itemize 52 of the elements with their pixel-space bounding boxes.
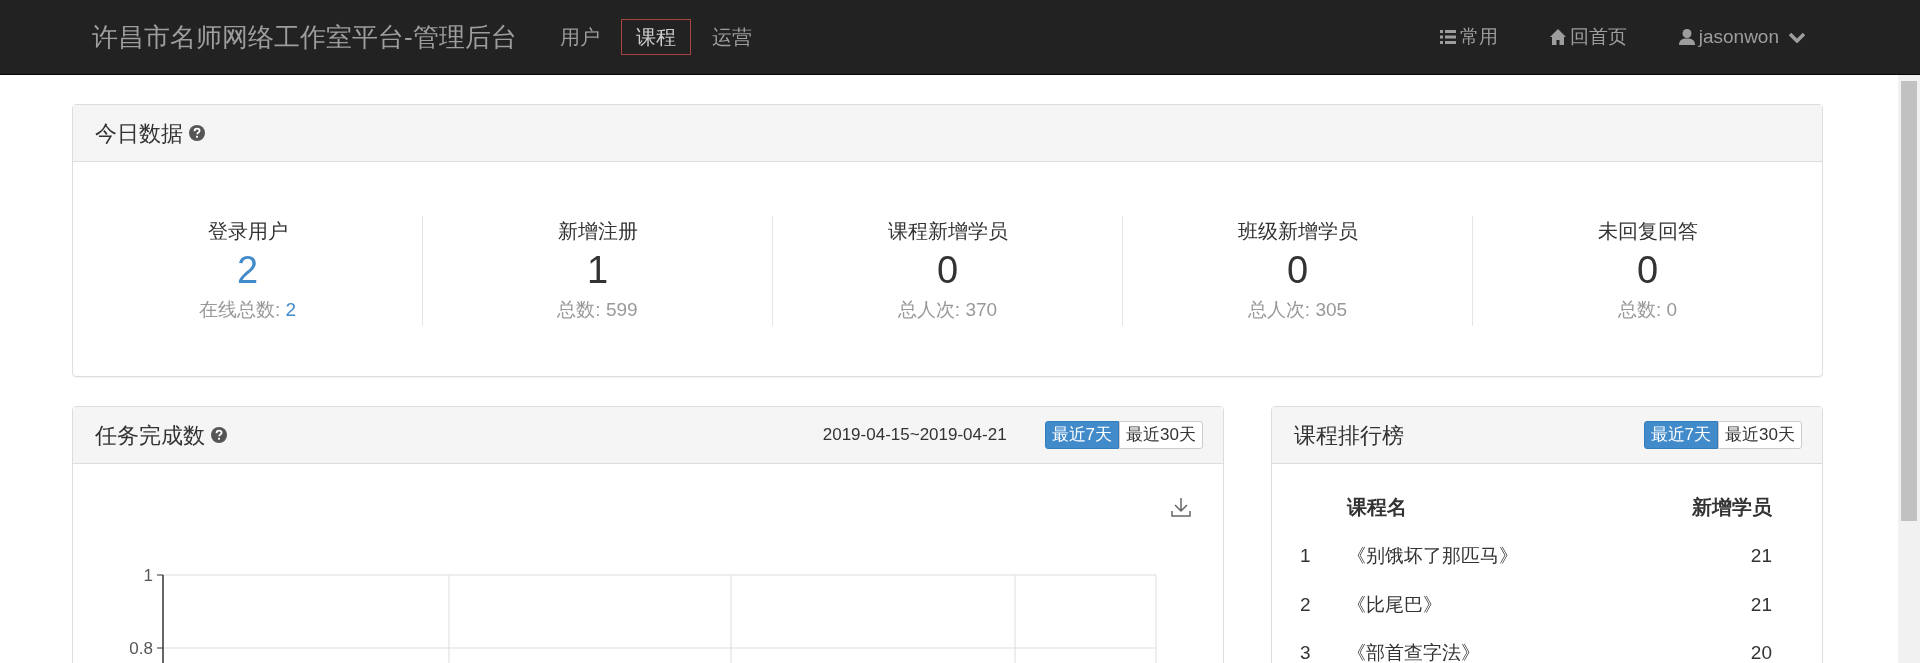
stat-value: 1 [585, 248, 610, 293]
stat-label: 课程新增学员 [886, 219, 1009, 244]
stat-total: 总人次: 370 [896, 298, 999, 322]
stat-total: 在线总数: 2 [197, 298, 298, 322]
range-button[interactable]: 最近7天 [1643, 421, 1719, 449]
y-tick-label: 0.8 [129, 639, 153, 658]
column-header: 课程名 [1345, 495, 1408, 520]
range-button[interactable]: 最近7天 [1044, 421, 1120, 449]
user-menu[interactable]: jasonwon [1678, 22, 1805, 52]
date-range: 2019-04-15~2019-04-21 [822, 424, 1007, 447]
chevron-down-icon [1789, 31, 1805, 43]
y-tick-label: 1 [143, 566, 153, 585]
range-button[interactable]: 最近30天 [1718, 421, 1802, 449]
nav-tab[interactable]: 课程 [620, 19, 691, 55]
stat-value: 0 [1635, 248, 1660, 293]
rank-number: 1 [1299, 544, 1312, 568]
course-name: 《部首查字法》 [1345, 641, 1481, 663]
rank-number: 2 [1299, 592, 1312, 617]
stat-label: 班级新增学员 [1236, 219, 1359, 244]
student-count: 21 [1749, 592, 1773, 617]
student-count: 21 [1749, 544, 1773, 568]
panel-title: 今日数据 [95, 119, 183, 148]
stat-total: 总数: 599 [556, 298, 639, 322]
stat-value: 0 [935, 248, 960, 293]
download-icon[interactable] [1171, 497, 1191, 517]
home-icon [1549, 29, 1566, 45]
stat-value: 0 [1285, 248, 1310, 293]
nav-link[interactable]: 常用 [1439, 22, 1498, 52]
stat-label: 未回复回答 [1596, 219, 1699, 244]
scrollbar-thumb[interactable] [1901, 81, 1917, 521]
stat-total: 总数: 0 [1616, 298, 1679, 322]
nav-tab[interactable]: 运营 [696, 19, 767, 55]
help-icon [189, 125, 205, 141]
nav-tab[interactable]: 用户 [544, 19, 615, 55]
stat-label: 登录用户 [206, 219, 289, 244]
panel-title: 任务完成数 [95, 421, 205, 450]
rank-number: 3 [1299, 641, 1312, 663]
stat-label: 新增注册 [556, 219, 639, 244]
range-button[interactable]: 最近30天 [1119, 421, 1203, 449]
scrollbar[interactable] [1898, 75, 1920, 663]
brand-title: 许昌市名师网络工作室平台-管理后台 [92, 20, 517, 54]
panel-title: 课程排行榜 [1294, 421, 1404, 450]
help-icon [211, 427, 227, 443]
list-icon [1439, 29, 1456, 45]
nav-link[interactable]: 回首页 [1549, 22, 1627, 52]
stat-total: 总人次: 305 [1246, 298, 1349, 322]
course-name: 《别饿坏了那匹马》 [1345, 544, 1519, 568]
user-icon [1678, 29, 1695, 45]
student-count: 20 [1749, 641, 1773, 663]
course-name: 《比尾巴》 [1345, 592, 1443, 617]
column-header: 新增学员 [1691, 495, 1773, 520]
stat-value: 2 [235, 248, 260, 293]
